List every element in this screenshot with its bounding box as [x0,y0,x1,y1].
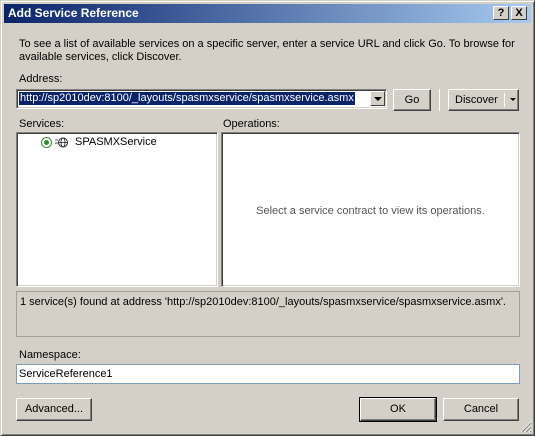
title-bar: Add Service Reference ? X [4,4,531,23]
services-tree[interactable]: SPASMXService [16,132,218,287]
address-dropdown-button[interactable] [370,91,385,106]
status-text: 1 service(s) found at address 'http://sp… [20,296,506,308]
chevron-down-icon [374,97,382,101]
advanced-button-label: Advanced... [24,403,84,415]
cancel-button[interactable]: Cancel [443,398,519,421]
namespace-input[interactable]: ServiceReference1 [16,364,520,384]
discover-button[interactable]: Discover [448,89,519,111]
service-status-icon [41,137,52,148]
status-area: 1 service(s) found at address 'http://sp… [16,291,520,337]
ok-button[interactable]: OK [359,397,437,422]
tree-item-label: SPASMXService [75,136,157,148]
ok-button-label: OK [390,403,406,415]
discover-dropdown-icon[interactable] [510,98,516,101]
intro-text: To see a list of available services on a… [19,38,515,63]
address-input[interactable]: http://sp2010dev:8100/_layouts/spasmxser… [19,92,355,105]
discover-button-label: Discover [455,94,498,106]
resize-grip-icon[interactable] [520,421,532,433]
close-button[interactable]: X [511,6,527,20]
address-label: Address: [19,73,63,85]
namespace-label: Namespace: [19,349,81,361]
operations-empty-message: Select a service contract to view its op… [256,205,485,217]
add-service-reference-dialog: Add Service Reference ? X To see a list … [0,0,535,436]
separator [439,89,440,111]
go-button-label: Go [404,94,420,106]
operations-label: Operations: [223,118,280,130]
address-combobox[interactable]: http://sp2010dev:8100/_layouts/spasmxser… [16,89,387,109]
window-title: Add Service Reference [8,6,139,20]
help-button[interactable]: ? [493,6,509,20]
operations-list[interactable]: Select a service contract to view its op… [221,132,520,287]
service-globe-icon [55,137,68,148]
cancel-button-label: Cancel [463,403,499,415]
services-label: Services: [19,118,65,130]
go-button[interactable]: Go [393,89,431,111]
split-separator [504,93,505,107]
advanced-button[interactable]: Advanced... [16,398,92,421]
